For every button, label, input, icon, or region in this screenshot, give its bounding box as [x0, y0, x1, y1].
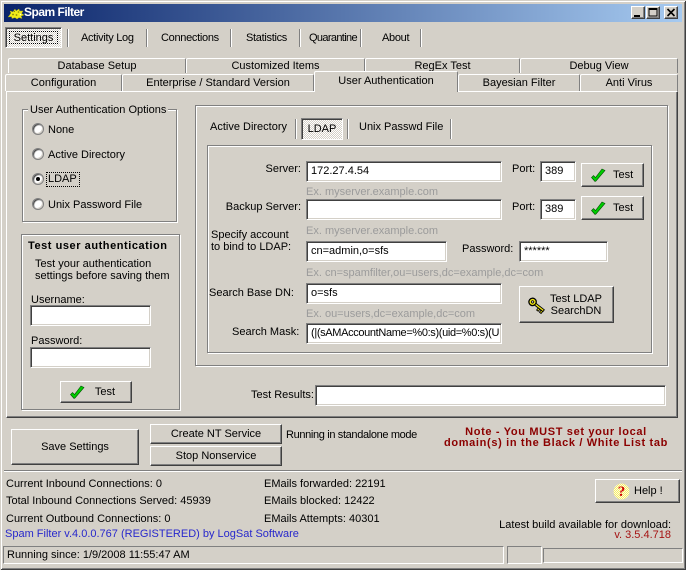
svg-text:?: ? [618, 484, 626, 500]
